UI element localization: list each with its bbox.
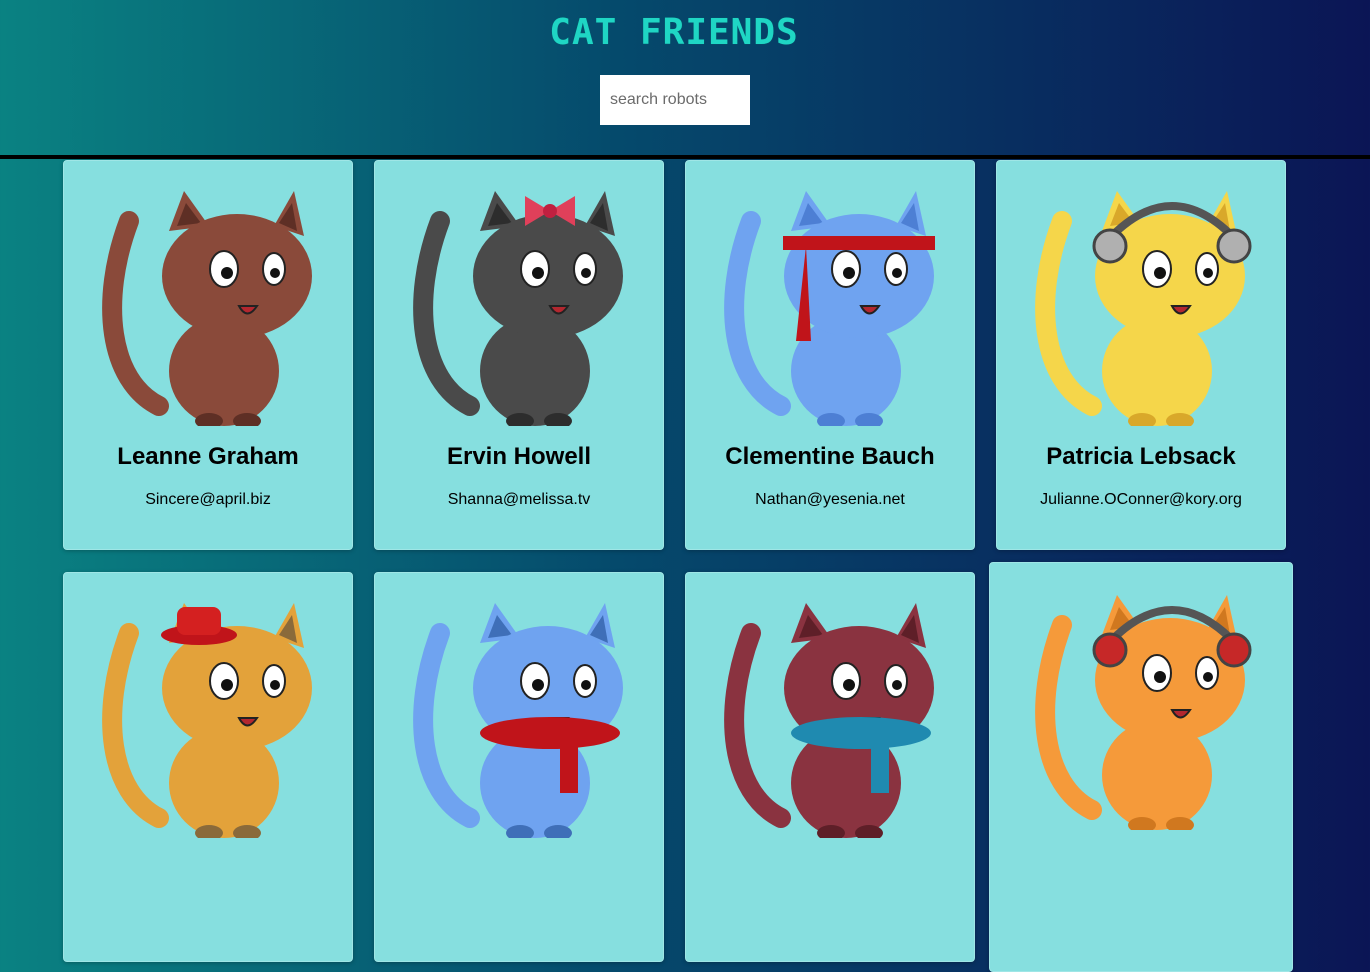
- cat-name: Leanne Graham: [117, 443, 299, 470]
- cat-name: Clementine Bauch: [725, 443, 935, 470]
- cat-avatar-image: [1035, 595, 1252, 830]
- cat-card[interactable]: Leanne Graham Sincere@april.biz: [63, 160, 353, 550]
- cat-avatar-image: [724, 191, 935, 426]
- cat-avatar-image: [413, 191, 623, 426]
- cat-name: Ervin Howell: [446, 443, 592, 470]
- app-header: CAT FRIENDS: [0, 0, 1370, 155]
- cat-avatar-image: [102, 603, 312, 838]
- cat-card[interactable]: Clementine Bauch Nathan@yesenia.net: [685, 160, 975, 550]
- header-divider: [0, 155, 1370, 159]
- cat-email: Nathan@yesenia.net: [755, 491, 905, 508]
- cat-card[interactable]: [374, 572, 664, 962]
- cat-email: Shanna@melissa.tv: [447, 491, 591, 508]
- cat-card[interactable]: [685, 572, 975, 962]
- cat-card[interactable]: [63, 572, 353, 962]
- cat-avatar-image: [413, 603, 623, 838]
- cat-card[interactable]: [989, 562, 1293, 972]
- cat-card[interactable]: Ervin Howell Shanna@melissa.tv: [374, 160, 664, 550]
- cat-email: Sincere@april.biz: [145, 491, 271, 508]
- cat-name: Patricia Lebsack: [1046, 443, 1236, 470]
- cat-avatar-image: [1035, 191, 1252, 426]
- cat-email: Julianne.OConner@kory.org: [1040, 491, 1242, 508]
- cat-avatar-image: [724, 603, 934, 838]
- search-input[interactable]: [600, 75, 750, 125]
- cat-card[interactable]: Patricia Lebsack Julianne.OConner@kory.o…: [996, 160, 1286, 550]
- app-title: CAT FRIENDS: [549, 12, 799, 53]
- cat-avatar-image: [102, 191, 312, 426]
